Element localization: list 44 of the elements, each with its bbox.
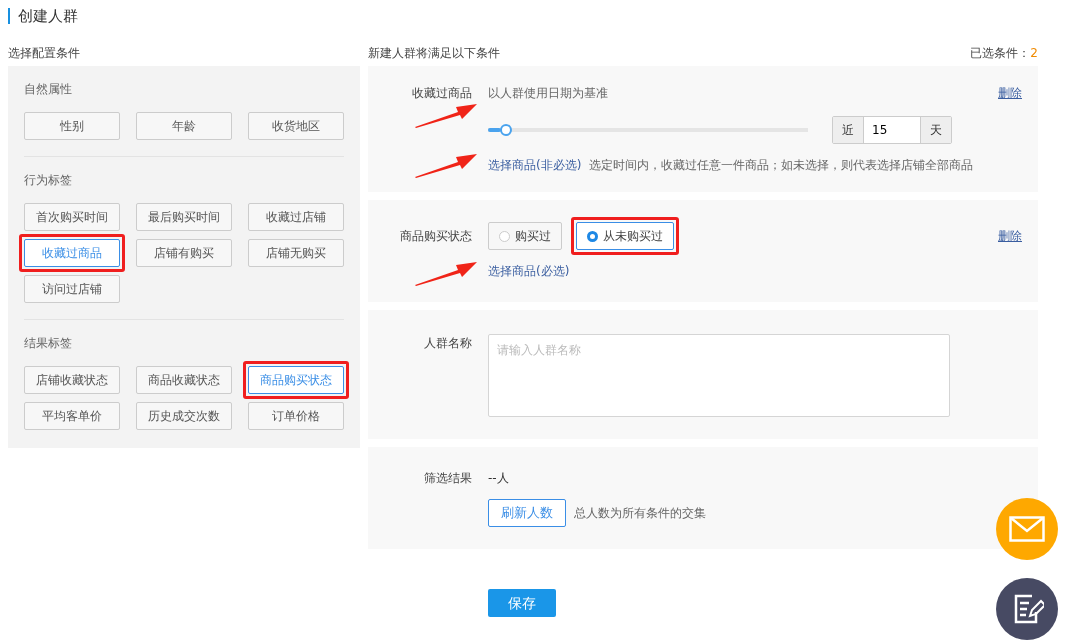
field-label: 商品购买状态 <box>399 228 473 245</box>
option-button[interactable]: 首次购买时间 <box>24 203 120 231</box>
option-button[interactable]: 商品购买状态 <box>248 366 344 394</box>
hint-text: 总人数为所有条件的交集 <box>574 505 706 522</box>
option-button[interactable]: 收藏过商品 <box>24 239 120 267</box>
hint-text: 选定时间内，收藏过任意一件商品；如未选择，则代表选择店铺全部商品 <box>589 157 974 174</box>
group-title: 自然属性 <box>24 81 73 98</box>
option-button[interactable]: 商品收藏状态 <box>136 366 232 394</box>
option-button[interactable]: 订单价格 <box>248 402 344 430</box>
hint-text: 以人群使用日期为基准 <box>488 85 608 102</box>
annotation-arrow <box>414 260 478 286</box>
select-product-link[interactable]: 选择商品(必选) <box>488 264 570 278</box>
section-heading: 新建人群将满足以下条件 <box>368 45 500 60</box>
days-field[interactable]: 近 15 天 <box>832 116 952 144</box>
option-button[interactable]: 店铺无购买 <box>248 239 344 267</box>
annotation-arrow <box>414 152 478 178</box>
slider-handle[interactable] <box>500 124 513 136</box>
option-button[interactable]: 访问过店铺 <box>24 275 120 303</box>
delete-link[interactable]: 删除 <box>998 222 1022 280</box>
option-button[interactable]: 历史成交次数 <box>136 402 232 430</box>
result-value: --人 <box>488 470 510 487</box>
option-button[interactable]: 年龄 <box>136 112 232 140</box>
option-button[interactable]: 最后购买时间 <box>136 203 232 231</box>
refresh-button[interactable]: 刷新人数 <box>488 499 566 527</box>
group-title: 行为标签 <box>24 172 73 189</box>
option-button[interactable]: 收藏过店铺 <box>248 203 344 231</box>
option-button[interactable]: 性别 <box>24 112 120 140</box>
field-label: 人群名称 <box>423 335 473 352</box>
option-button[interactable]: 平均客单价 <box>24 402 120 430</box>
field-label: 筛选结果 <box>423 470 473 487</box>
group-title: 结果标签 <box>24 335 73 352</box>
section-heading: 选择配置条件 <box>8 45 81 60</box>
radio-option[interactable]: 购买过 <box>488 222 562 250</box>
select-product-link[interactable]: 选择商品(非必选) <box>488 156 582 174</box>
delete-link[interactable]: 删除 <box>998 84 1022 174</box>
name-input[interactable]: 请输入人群名称 <box>488 334 950 417</box>
option-button[interactable]: 店铺有购买 <box>136 239 232 267</box>
annotation-arrow <box>414 102 478 128</box>
option-button[interactable]: 店铺收藏状态 <box>24 366 120 394</box>
field-label: 收藏过商品 <box>411 85 473 102</box>
radio-option[interactable]: 从未购买过 <box>576 222 674 250</box>
option-button[interactable]: 收货地区 <box>248 112 344 140</box>
page-title: 创建人群 <box>8 8 1066 24</box>
selected-count: 已选条件：2 <box>970 45 1038 60</box>
